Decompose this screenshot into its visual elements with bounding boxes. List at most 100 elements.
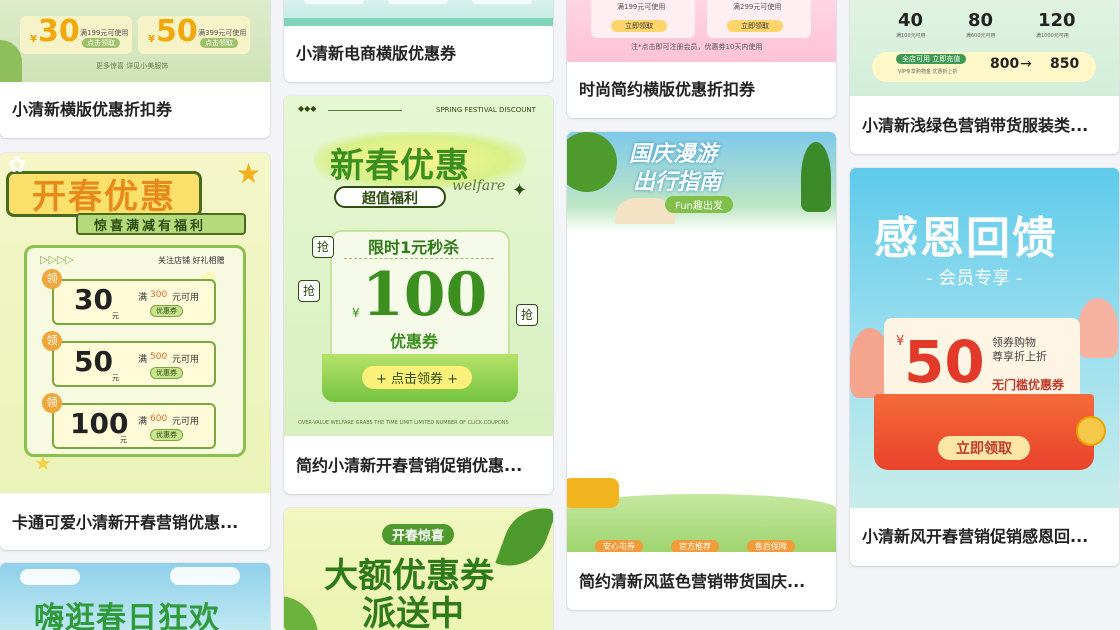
top-english-text: SPRING FESTIVAL DISCOUNT [436, 106, 536, 114]
coupon1-button: 立即领取 [611, 20, 667, 32]
template-card-spring-carnival[interactable]: 嗨逛春日狂欢 [0, 563, 270, 630]
van-shape [567, 478, 619, 508]
green-base [284, 18, 553, 26]
subtitle-pill: Fun趣出发 [665, 196, 733, 213]
headline: 开春优惠 [32, 177, 176, 217]
coupon-amount: 100 [362, 260, 488, 330]
condition-1: 满100元可用 [896, 33, 926, 39]
coupon2-button: 点击领取 [200, 38, 238, 48]
card-thumbnail: ◆◆◆ SPRING FESTIVAL DISCOUNT 新春优惠 超值福利 w… [284, 96, 553, 436]
template-card-fashion-coupon[interactable]: 满199元可使用 立即领取 满299元可使用 立即领取 注*点击即可注册会员，优… [567, 0, 836, 118]
coupon-tag: 优惠券 [150, 367, 183, 379]
headline-line2: 出行指南 [633, 170, 722, 195]
card-thumbnail [284, 0, 553, 26]
card-title: 小清新电商横版优惠券 [296, 44, 457, 63]
tag-3: 售后保障 [747, 540, 795, 552]
currency-symbol: ¥ [148, 34, 155, 45]
headline-tag: 开春惊喜 [382, 524, 455, 545]
card-title: 小清新横版优惠折扣券 [12, 100, 173, 119]
template-card-light-green-apparel[interactable]: 40 80 120 满100元可用 满600元可用 满1000元可用 全店可用 … [850, 0, 1119, 154]
coupon-amount: 30 [74, 283, 113, 316]
card-thumbnail: 开春惊喜 大额优惠券 派送中 [284, 508, 553, 630]
template-card-cartoon-spring[interactable]: 开春优惠 ★ ✿ 惊喜满减有福利 ▷▷▷▷ 关注店铺 好礼相赠 ✿ 领 30 元… [0, 153, 270, 550]
coupon1-amount: 30 [38, 14, 80, 49]
arrow-icon: → [1020, 56, 1032, 72]
coupon-type: 无门槛优惠券 [992, 378, 1065, 392]
amount-2: 80 [968, 10, 994, 31]
tag-2: 官方推荐 [671, 540, 719, 552]
template-card-ecommerce-coupon[interactable]: 小清新电商横版优惠券 [284, 0, 553, 82]
flower-icon: ✿ [8, 153, 27, 178]
card-title: 小清新浅绿色营销带货服装类... [862, 116, 1089, 135]
card-thumbnail: 开春优惠 ★ ✿ 惊喜满减有福利 ▷▷▷▷ 关注店铺 好礼相赠 ✿ 领 30 元… [0, 153, 270, 493]
template-card-big-coupon[interactable]: 开春惊喜 大额优惠券 派送中 [284, 508, 553, 630]
template-card-national-day-travel[interactable]: 国庆漫游 出行指南 Fun趣出发 安心屯券 官方推荐 售后保障 简约清新风蓝色营… [567, 132, 836, 610]
bottom-english-text: OVER-VALUE WELFARE GRABS THE TIME LIMIT … [298, 420, 509, 426]
unit: 元 [112, 374, 119, 382]
card-title: 时尚简约横版优惠折扣券 [579, 80, 756, 99]
star-icon: ★ [236, 157, 262, 190]
coupon1-condition: 满199元可使用 [80, 29, 129, 37]
coupon-label: 优惠券 [390, 332, 439, 351]
headline-sub: 派送中 [362, 594, 464, 630]
recharge-to: 850 [1050, 56, 1080, 72]
coupon-full: 满 [138, 355, 148, 365]
gold-coin [1076, 416, 1106, 446]
template-card-new-year-discount[interactable]: ◆◆◆ SPRING FESTIVAL DISCOUNT 新春优惠 超值福利 w… [284, 96, 553, 494]
card-title: 简约小清新开春营销促销优惠... [296, 456, 523, 475]
coupon-use: 元可用 [172, 417, 200, 427]
grab-badge: 领 [42, 393, 62, 413]
coupon-use: 元可用 [172, 355, 200, 365]
card-title: 简约清新风蓝色营销带货国庆... [579, 572, 806, 591]
divider-line [328, 110, 402, 111]
tulip-decoration [1078, 298, 1118, 358]
condition-3: 满1000元可用 [1036, 33, 1069, 39]
coupon2-button: 立即领取 [727, 20, 783, 32]
subtitle: 超值福利 [362, 191, 418, 207]
currency-symbol: ¥ [352, 306, 360, 320]
headline: 新春优惠 [330, 146, 470, 186]
note-text: 注*点击即可注册会员，优惠券10天内使用 [631, 43, 763, 51]
arrows-decoration: ▷▷▷▷ [40, 253, 74, 266]
template-card-green-horizontal-coupon[interactable]: ¥ 30 满199元可使用 点击领取 ¥ 50 满399元可使用 点击领取 更多… [0, 0, 270, 138]
tree-decoration [801, 142, 831, 212]
coupon-full: 满 [138, 417, 148, 427]
leaf-decoration [495, 508, 553, 577]
card-thumbnail: 满199元可使用 立即领取 满299元可使用 立即领取 注*点击即可注册会员，优… [567, 0, 836, 62]
amount-3: 120 [1038, 10, 1076, 31]
coupon-line2: 尊享折上折 [992, 350, 1047, 363]
template-card-thanksgiving-feedback[interactable]: 感恩回馈 - 会员专享 - ¥ 50 领券购物 尊享折上折 无门槛优惠券 立即领… [850, 168, 1119, 566]
claim-button: + 点击领券 + [362, 366, 473, 389]
card-thumbnail: ¥ 30 满199元可使用 点击领取 ¥ 50 满399元可使用 点击领取 更多… [0, 0, 270, 82]
grab-badge: 抢 [298, 280, 320, 302]
grab-badge: 抢 [312, 236, 334, 258]
leaf-decoration [0, 40, 22, 82]
cloud-shape [170, 567, 240, 585]
coupon2-amount: 50 [156, 14, 198, 49]
coupon1-button: 点击领取 [82, 38, 120, 48]
unit: 元 [120, 436, 127, 444]
recharge-tag: 全店可用 立即充值 [896, 54, 967, 64]
sparkle-icon: ✦ [512, 180, 528, 201]
leaf-decoration [284, 596, 318, 630]
coupon-strip [472, 0, 532, 4]
coupon2-condition: 满299元可使用 [733, 3, 782, 11]
coupon-use: 元可用 [172, 293, 200, 303]
recharge-sub: VIP专享购物金 优惠折上折 [898, 69, 958, 75]
headline: 嗨逛春日狂欢 [34, 601, 220, 630]
script-text: welfare [452, 178, 506, 194]
coupon-threshold: 600 [150, 414, 168, 424]
dashed-line [344, 258, 494, 259]
coupon-threshold: 500 [150, 352, 168, 362]
coupon-tag: 优惠券 [150, 305, 183, 317]
card-thumbnail: 嗨逛春日狂欢 [0, 563, 270, 630]
flash-sale-text: 限时1元秒杀 [368, 238, 460, 257]
coupon2-condition: 满399元可使用 [198, 29, 247, 37]
coupon-tag: 优惠券 [150, 429, 183, 441]
coupon-strip [304, 0, 364, 4]
cloud-shape [20, 569, 80, 585]
claim-button: 立即领取 [938, 436, 1030, 460]
star-icon: ★ [34, 451, 52, 475]
recharge-from: 800 [990, 56, 1020, 72]
card-thumbnail: 40 80 120 满100元可用 满600元可用 满1000元可用 全店可用 … [850, 0, 1119, 96]
